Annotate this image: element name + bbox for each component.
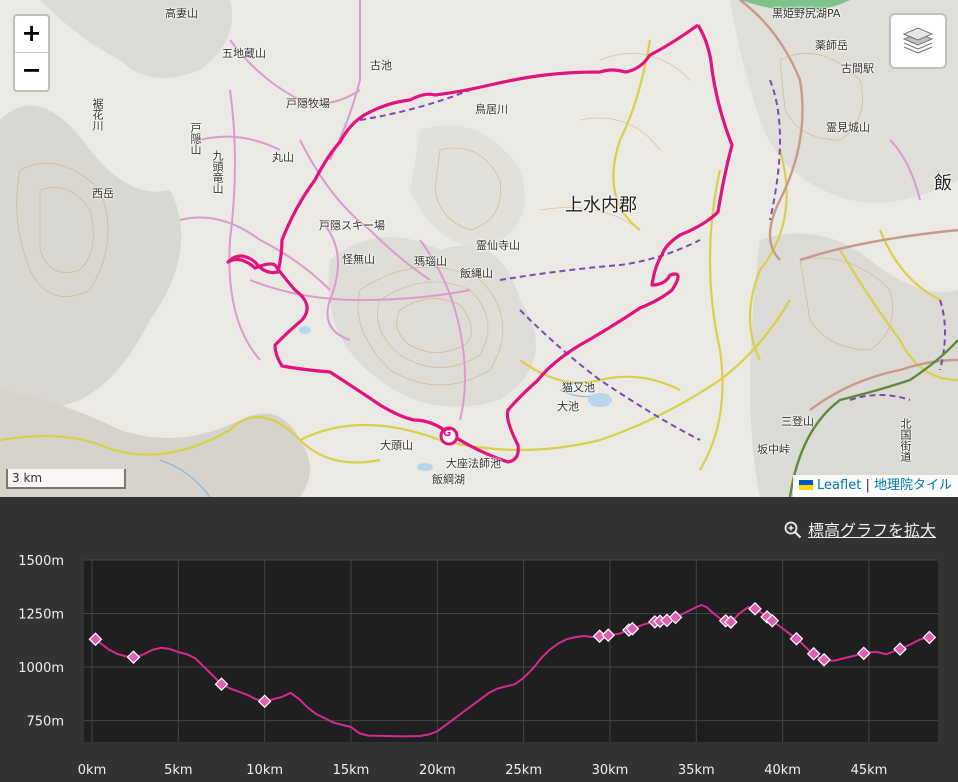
attribution-separator: | xyxy=(865,478,870,493)
map-label-ooatama: 大頭山 xyxy=(380,439,413,452)
x-tick-label: 30km xyxy=(592,763,629,778)
goal-marker-label: G xyxy=(443,428,452,439)
map-label-ii: 飯 xyxy=(934,173,952,194)
map-label-yakushi: 薬師岳 xyxy=(815,39,848,52)
map-label-hanagawa: 裾花川 xyxy=(91,98,104,131)
map-label-marumi: 丸山 xyxy=(272,151,294,164)
x-tick-label: 15km xyxy=(333,763,370,778)
y-tick-label: 1250m xyxy=(18,608,64,623)
map-label-iizunako: 飯綱湖 xyxy=(432,473,465,486)
map-label-kaimu: 怪無山 xyxy=(342,253,375,266)
leaflet-link[interactable]: Leaflet xyxy=(817,478,861,493)
map[interactable]: 高妻山 五地蔵山 古池 戸隠牧場 鳥居川 上水内郡 黒姫野尻湖PA 薬師岳 古間… xyxy=(0,0,958,497)
map-label-torii: 鳥居川 xyxy=(475,103,508,116)
zoom-out-button[interactable]: − xyxy=(15,53,48,90)
map-label-kumishiro: 九頭竜山 xyxy=(211,150,224,194)
zoom-control: + − xyxy=(13,14,50,92)
x-tick-label: 5km xyxy=(164,763,192,778)
map-label-sakanaka: 坂中峠 xyxy=(757,443,790,456)
map-label-nekoma: 猫又池 xyxy=(562,381,595,394)
map-label-togakushi-ski: 戸隠スキー場 xyxy=(319,219,385,232)
scale-bar: 3 km xyxy=(6,469,126,489)
layers-button[interactable] xyxy=(889,13,947,69)
map-label-togakushi-bokujo: 戸隠牧場 xyxy=(286,97,330,110)
map-label-kurohime-pa: 黒姫野尻湖PA xyxy=(772,7,841,20)
map-label-gochizo: 五地蔵山 xyxy=(222,47,266,60)
x-tick-label: 20km xyxy=(419,763,456,778)
map-label-furuike: 古池 xyxy=(370,59,392,72)
zoom-in-button[interactable]: + xyxy=(15,16,48,53)
map-label-reisenji: 霊仙寺山 xyxy=(476,239,520,252)
ukraine-flag-icon xyxy=(799,480,814,490)
attribution: Leaflet | 地理院タイル xyxy=(793,475,958,497)
x-tick-label: 0km xyxy=(78,763,106,778)
x-tick-label: 45km xyxy=(851,763,888,778)
elevation-profile-panel: 標高グラフを拡大 0km 5km 10km 15km 20km 25km 30km 35km 4… xyxy=(0,497,958,782)
map-label-mitsuyoshi: 三登山 xyxy=(781,415,814,428)
x-tick-label: 10km xyxy=(246,763,283,778)
map-label-takatsuma: 高妻山 xyxy=(165,7,198,20)
map-label-nishidake: 西岳 xyxy=(92,187,114,200)
map-label-district: 上水内郡 xyxy=(565,195,637,216)
map-label-iizuna: 飯縄山 xyxy=(460,267,493,280)
map-label-togakushi-v: 戸隠山 xyxy=(189,122,202,155)
map-label-furuma: 古間駅 xyxy=(841,62,874,75)
gsi-tiles-link[interactable]: 地理院タイル xyxy=(874,478,952,493)
map-label-daizakaho: 大座法師池 xyxy=(446,457,501,470)
map-label-hokkoku: 北国街道 xyxy=(899,418,912,462)
x-tick-label: 40km xyxy=(764,763,801,778)
elevation-chart[interactable]: 0km 5km 10km 15km 20km 25km 30km 35km 40km 45km 15… xyxy=(0,497,958,782)
y-tick-label: 1000m xyxy=(18,661,64,676)
y-tick-label: 750m xyxy=(27,715,64,730)
x-tick-label: 35km xyxy=(678,763,715,778)
map-label-kenmi: 霊見城山 xyxy=(826,121,870,134)
map-label-menko: 瑪瑙山 xyxy=(414,255,447,268)
y-tick-label: 1500m xyxy=(18,554,64,569)
map-label-ooike: 大池 xyxy=(557,400,579,413)
x-tick-label: 25km xyxy=(505,763,542,778)
layers-icon xyxy=(902,27,934,54)
